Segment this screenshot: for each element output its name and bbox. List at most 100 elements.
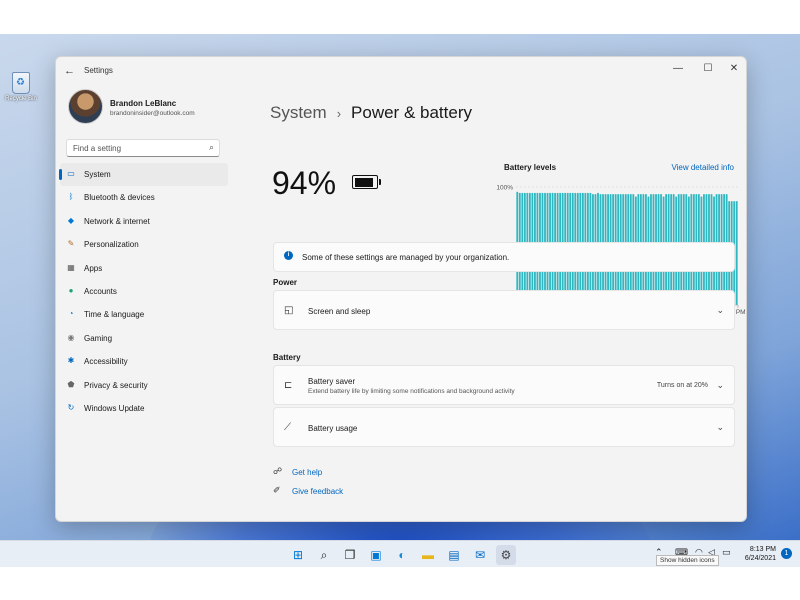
- battery-terminal: [378, 179, 381, 185]
- sidebar: Brandon LeBlanc brandoninsider@outlook.c…: [56, 85, 236, 521]
- sidebar-item-label: Gaming: [84, 333, 113, 343]
- battery-saver-row[interactable]: ⊏ Battery saver Extend battery life by l…: [273, 365, 735, 405]
- sidebar-item-apps[interactable]: ▦ Apps: [60, 257, 228, 280]
- sidebar-item-network-internet[interactable]: ◆ Network & internet: [60, 210, 228, 233]
- back-arrow-icon[interactable]: ←: [64, 65, 75, 77]
- sidebar-nav: ▭ System ᛒ Bluetooth & devices ◆ Network & in…: [59, 163, 228, 420]
- globe-clock-icon: ◔: [68, 309, 74, 319]
- recycle-bin-label: Recycle Bin: [5, 96, 37, 102]
- battery-percentage: 94%: [272, 165, 337, 201]
- edge-icon[interactable]: ◐: [392, 545, 412, 565]
- settings-window: ← Settings — ☐ ✕ Brandon LeBlanc brandon…: [55, 56, 747, 522]
- sidebar-item-system[interactable]: ▭ System: [59, 163, 228, 187]
- task-view-icon[interactable]: ❐: [340, 545, 360, 565]
- sidebar-item-time-language[interactable]: ◔ Time & language: [60, 303, 228, 326]
- battery-levels-title: Battery levels: [504, 163, 557, 172]
- battery-saver-value: Turns on at 20%: [656, 382, 708, 389]
- get-help-link[interactable]: Get help: [292, 468, 322, 477]
- sidebar-item-label: Network & internet: [84, 216, 150, 226]
- give-feedback-link[interactable]: Give feedback: [292, 487, 343, 496]
- sidebar-item-label: Accessibility: [84, 357, 128, 367]
- user-name: Brandon LeBlanc: [110, 99, 177, 108]
- store-icon[interactable]: ▤: [444, 545, 464, 565]
- user-email: brandoninsider@outlook.com: [110, 110, 195, 117]
- shield-icon: ⬟: [67, 379, 75, 389]
- sidebar-item-windows-update[interactable]: ↻ Windows Update: [60, 397, 228, 420]
- gamepad-icon: ◉: [67, 332, 75, 342]
- file-explorer-icon[interactable]: ▬: [418, 545, 438, 565]
- page-title: Power & battery: [351, 103, 472, 122]
- help-icon: ☍: [273, 466, 283, 476]
- hidden-icons-tooltip: Show hidden icons: [656, 555, 719, 566]
- person-icon: ●: [68, 285, 74, 295]
- system-icon: ▭: [67, 169, 75, 178]
- sidebar-item-gaming[interactable]: ◉ Gaming: [60, 327, 228, 350]
- mail-icon[interactable]: ✉: [470, 545, 490, 565]
- clock-date: 6/24/2021: [744, 555, 776, 562]
- sidebar-item-label: Bluetooth & devices: [84, 193, 155, 203]
- recycle-bin[interactable]: ♻ Recycle Bin: [4, 72, 38, 102]
- screen-and-sleep-row[interactable]: ◱ Screen and sleep ⌄: [273, 290, 735, 330]
- sidebar-item-bluetooth-devices[interactable]: ᛒ Bluetooth & devices: [60, 186, 228, 209]
- chevron-down-icon[interactable]: ⌄: [716, 305, 724, 316]
- widgets-icon[interactable]: ▣: [366, 545, 386, 565]
- title-bar[interactable]: ← Settings — ☐ ✕: [56, 57, 746, 85]
- battery-icon: [352, 175, 381, 189]
- search-icon[interactable]: ⌕: [314, 545, 334, 565]
- feedback-icon: ✐: [273, 485, 281, 495]
- clock[interactable]: 8:13 PM 6/24/2021: [745, 545, 776, 563]
- sidebar-item-accessibility[interactable]: ✱ Accessibility: [60, 350, 228, 373]
- view-detailed-info-link[interactable]: View detailed info: [671, 163, 734, 172]
- screen-sleep-label: Screen and sleep: [308, 307, 371, 316]
- battery-section-label: Battery: [273, 353, 301, 362]
- battery-tray-icon[interactable]: ▭: [722, 547, 731, 558]
- sidebar-item-label: Apps: [84, 263, 103, 273]
- battery-saver-title: Battery saver: [308, 377, 356, 386]
- minimize-button[interactable]: —: [666, 61, 690, 77]
- clock-time: 8:13 PM: [749, 546, 776, 553]
- battery-saver-description: Extend battery life by limiting some not…: [308, 388, 515, 395]
- battery-usage-row[interactable]: ⟋ Battery usage ⌄: [273, 407, 735, 447]
- sidebar-item-label: Privacy & security: [84, 380, 148, 390]
- battery-level-bar: [735, 201, 738, 305]
- sidebar-item-accounts[interactable]: ● Accounts: [60, 280, 228, 303]
- window-title: Settings: [84, 66, 113, 75]
- breadcrumb: System › Power & battery: [270, 103, 472, 123]
- sidebar-item-label: Time & language: [84, 310, 145, 320]
- close-button[interactable]: ✕: [722, 61, 746, 77]
- bluetooth-icon: ᛒ: [68, 192, 74, 202]
- info-icon: i: [284, 251, 293, 260]
- active-indicator: [59, 169, 62, 180]
- battery-fill: [354, 177, 374, 187]
- screen-sleep-icon: ◱: [284, 305, 294, 316]
- accessibility-icon: ✱: [67, 356, 75, 366]
- power-section-label: Power: [273, 278, 298, 287]
- org-info-banner: i Some of these settings are managed by …: [273, 242, 735, 272]
- breadcrumb-parent[interactable]: System: [270, 103, 327, 122]
- maximize-button[interactable]: ☐: [696, 61, 720, 77]
- sidebar-item-label: Accounts: [84, 286, 117, 296]
- notification-badge[interactable]: 1: [781, 548, 792, 559]
- settings-icon[interactable]: ⚙: [496, 545, 516, 565]
- sidebar-item-privacy-security[interactable]: ⬟ Privacy & security: [60, 374, 228, 397]
- sidebar-item-label: System: [84, 170, 111, 179]
- y-tick-label: 100%: [496, 185, 513, 192]
- chevron-down-icon[interactable]: ⌄: [716, 380, 724, 391]
- search-box[interactable]: Find a setting ⌕: [66, 139, 220, 157]
- sidebar-item-label: Personalization: [84, 240, 139, 250]
- start-icon[interactable]: ⊞: [288, 545, 308, 565]
- sidebar-item-personalization[interactable]: ✎ Personalization: [60, 233, 228, 256]
- search-input[interactable]: Find a setting: [73, 144, 121, 153]
- chevron-down-icon[interactable]: ⌄: [716, 422, 724, 433]
- main-content: System › Power & battery 94% Battery level…: [256, 85, 746, 521]
- wifi-icon: ◆: [67, 215, 75, 225]
- sidebar-item-label: Windows Update: [84, 403, 145, 413]
- avatar[interactable]: [68, 89, 103, 124]
- usage-graph-icon: ⟋: [284, 422, 291, 433]
- org-info-text: Some of these settings are managed by yo…: [302, 253, 510, 262]
- battery-usage-label: Battery usage: [308, 424, 358, 433]
- recycle-bin-icon: ♻: [12, 72, 30, 94]
- breadcrumb-separator: ›: [336, 106, 342, 121]
- brush-icon: ✎: [67, 239, 75, 249]
- apps-icon: ▦: [67, 262, 75, 272]
